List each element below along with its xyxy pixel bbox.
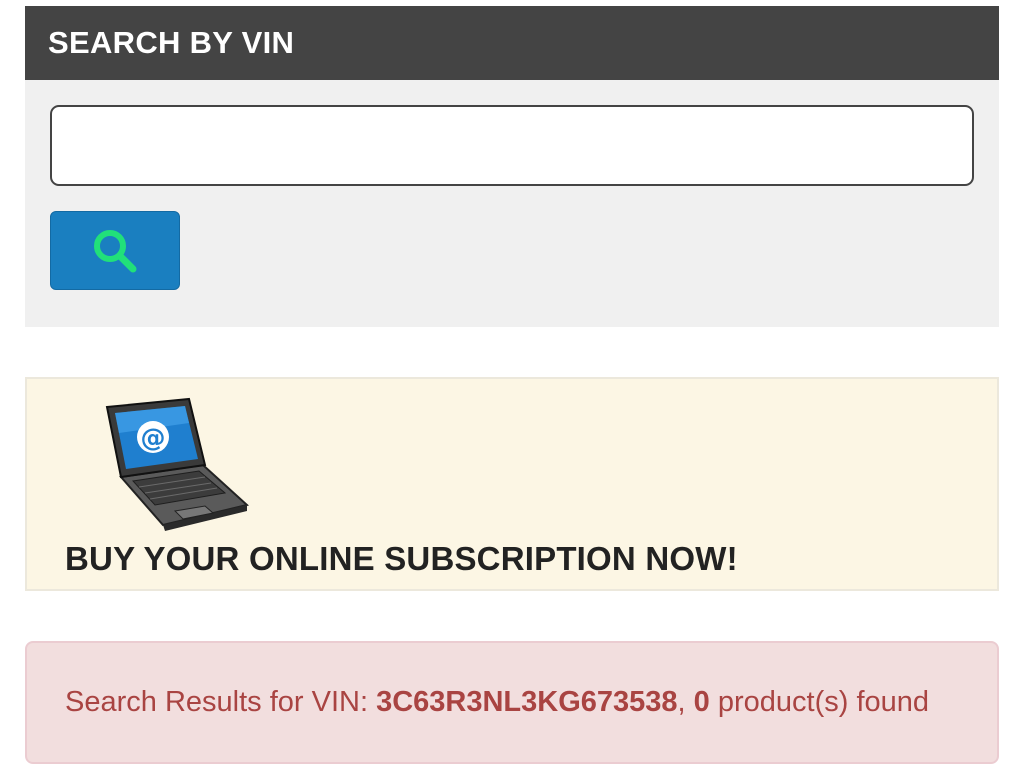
results-suffix: product(s) found — [709, 686, 930, 718]
results-prefix: Search Results for VIN: — [65, 686, 377, 718]
results-separator: , — [677, 686, 694, 718]
subscription-promo-banner[interactable]: @ BUY YOUR ONLINE SUBSCRIPTION NOW! — [25, 377, 999, 591]
search-icon — [94, 229, 137, 272]
svg-text:@: @ — [141, 423, 166, 452]
search-results-alert: Search Results for VIN: ​3C63R3NL3KG6735… — [25, 641, 999, 764]
search-button[interactable] — [50, 211, 180, 290]
results-vin: 3C63R3NL3KG673538 — [376, 686, 678, 718]
results-count: 0 — [693, 686, 710, 718]
vin-search-input[interactable] — [50, 105, 974, 186]
subscription-promo-text[interactable]: BUY YOUR ONLINE SUBSCRIPTION NOW! — [65, 540, 738, 578]
search-by-vin-panel: SEARCH BY VIN — [25, 6, 999, 327]
laptop-email-icon: @ — [105, 397, 249, 531]
search-panel-title: SEARCH BY VIN — [25, 6, 999, 80]
